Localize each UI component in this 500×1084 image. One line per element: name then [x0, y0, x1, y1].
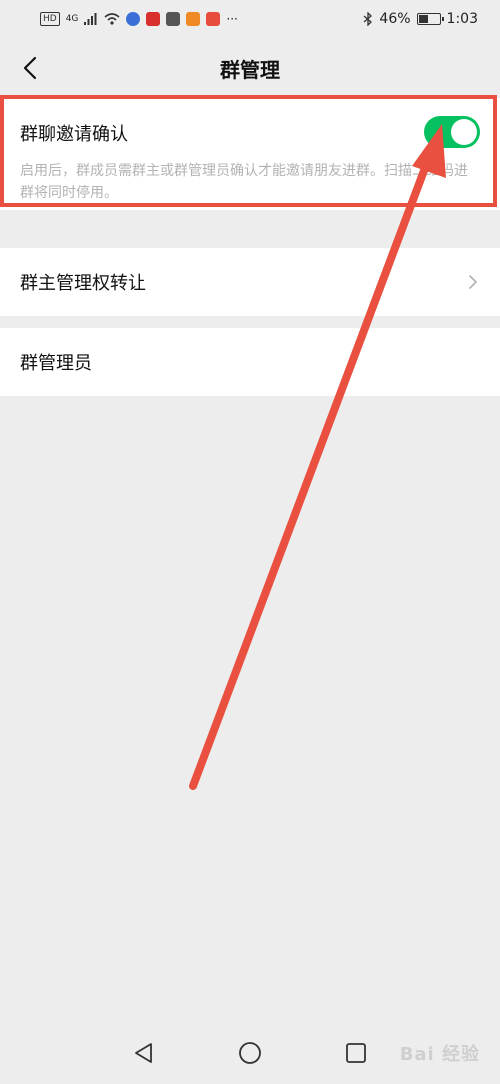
- battery-icon: [416, 13, 444, 25]
- triangle-back-icon: [135, 1043, 152, 1063]
- chevron-left-icon: [23, 56, 37, 80]
- status-bar: HD 4G ··· 46% 1:03: [0, 0, 500, 38]
- invite-confirm-row: 群聊邀请确认 启用后，群成员需群主或群管理员确认才能邀请朋友进群。扫描二维码进群…: [0, 98, 500, 210]
- group-admins-label: 群管理员: [20, 353, 92, 374]
- transfer-owner-row[interactable]: 群主管理权转让: [0, 248, 500, 316]
- hd-indicator: HD: [40, 12, 60, 26]
- nav-header: 群管理: [0, 38, 500, 98]
- page-title: 群管理: [220, 57, 280, 82]
- more-notifications-icon: ···: [226, 12, 238, 26]
- status-left: HD 4G ···: [40, 12, 238, 26]
- bluetooth-icon: [363, 12, 373, 26]
- baidu-watermark: Bai 经验: [399, 1044, 480, 1065]
- transfer-owner-label: 群主管理权转让: [20, 273, 146, 294]
- video-app-icon: [186, 12, 201, 26]
- invite-confirm-toggle[interactable]: [424, 116, 480, 148]
- circle-home-icon: [239, 1042, 261, 1064]
- system-recents-button[interactable]: [343, 1040, 369, 1066]
- chevron-right-icon: [469, 275, 477, 289]
- music-app-icon: [126, 12, 141, 26]
- battery-fill: [418, 15, 428, 23]
- battery-percent: 46%: [379, 11, 411, 27]
- signal-icon: [84, 13, 97, 25]
- toggle-knob: [451, 119, 477, 145]
- system-home-button[interactable]: [237, 1040, 263, 1066]
- group-admins-row[interactable]: 群管理员: [0, 328, 500, 396]
- news-app-icon: [206, 12, 221, 26]
- camera-app-icon: [166, 12, 181, 26]
- invite-confirm-description: 启用后，群成员需群主或群管理员确认才能邀请朋友进群。扫描二维码进群将同时停用。: [20, 163, 468, 201]
- wifi-icon: [104, 13, 120, 25]
- back-button[interactable]: [10, 48, 50, 88]
- network-type: 4G: [65, 14, 79, 24]
- red-book-app-icon: [146, 12, 161, 26]
- system-back-button[interactable]: [131, 1040, 157, 1066]
- square-recents-icon: [346, 1043, 366, 1063]
- clock: 1:03: [446, 11, 478, 27]
- status-right: 46% 1:03: [363, 11, 478, 27]
- invite-confirm-label: 群聊邀请确认: [20, 124, 128, 145]
